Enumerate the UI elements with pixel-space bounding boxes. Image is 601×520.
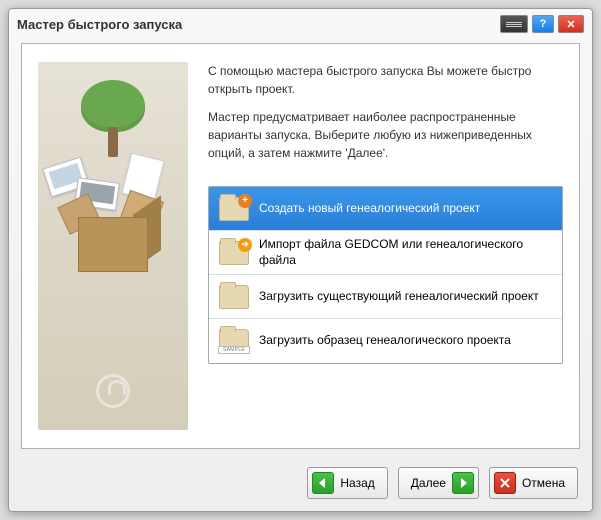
help-icon[interactable]: ? [532,15,554,33]
titlebar: Мастер быстрого запуска ? ✕ [9,9,592,39]
options-list: + Создать новый генеалогический проект ➔… [208,186,563,364]
arrow-right-icon [452,472,474,494]
option-import-gedcom[interactable]: ➔ Импорт файла GEDCOM или генеалогическо… [209,231,562,275]
option-label: Загрузить существующий генеалогический п… [259,289,552,305]
illustration [38,62,188,430]
back-button[interactable]: Назад [307,467,387,499]
folder-plus-icon: + [219,197,249,221]
cancel-button[interactable]: Отмена [489,467,578,499]
folder-import-icon: ➔ [219,241,249,265]
box-icon [68,187,158,277]
content-panel: С помощью мастера быстрого запуска Вы мо… [21,43,580,449]
option-label: Создать новый генеалогический проект [259,201,552,217]
cancel-x-icon [494,472,516,494]
option-label: Загрузить образец генеалогического проек… [259,333,552,349]
intro-paragraph-2: Мастер предусматривает наиболее распрост… [208,108,563,162]
next-label: Далее [411,476,446,490]
folder-icon [219,285,249,309]
back-label: Назад [340,476,374,490]
intro-text: С помощью мастера быстрого запуска Вы мо… [208,62,563,172]
option-create-new[interactable]: + Создать новый генеалогический проект [209,187,562,231]
option-load-existing[interactable]: Загрузить существующий генеалогический п… [209,275,562,319]
footer-buttons: Назад Далее Отмена [9,457,592,511]
next-button[interactable]: Далее [398,467,479,499]
titlebar-controls: ? ✕ [500,15,584,33]
option-label: Импорт файла GEDCOM или генеалогического… [259,237,552,268]
close-icon[interactable]: ✕ [558,15,584,33]
logo-icon [96,374,130,408]
option-load-sample[interactable]: SAMPLE Загрузить образец генеалогическог… [209,319,562,363]
right-pane: С помощью мастера быстрого запуска Вы мо… [208,62,563,430]
arrow-left-icon [312,472,334,494]
wizard-window: Мастер быстрого запуска ? ✕ [8,8,593,512]
keyboard-icon[interactable] [500,15,528,33]
tree-icon [81,80,145,157]
window-title: Мастер быстрого запуска [17,17,500,32]
cancel-label: Отмена [522,476,565,490]
intro-paragraph-1: С помощью мастера быстрого запуска Вы мо… [208,62,563,98]
folder-sample-icon: SAMPLE [219,329,249,353]
